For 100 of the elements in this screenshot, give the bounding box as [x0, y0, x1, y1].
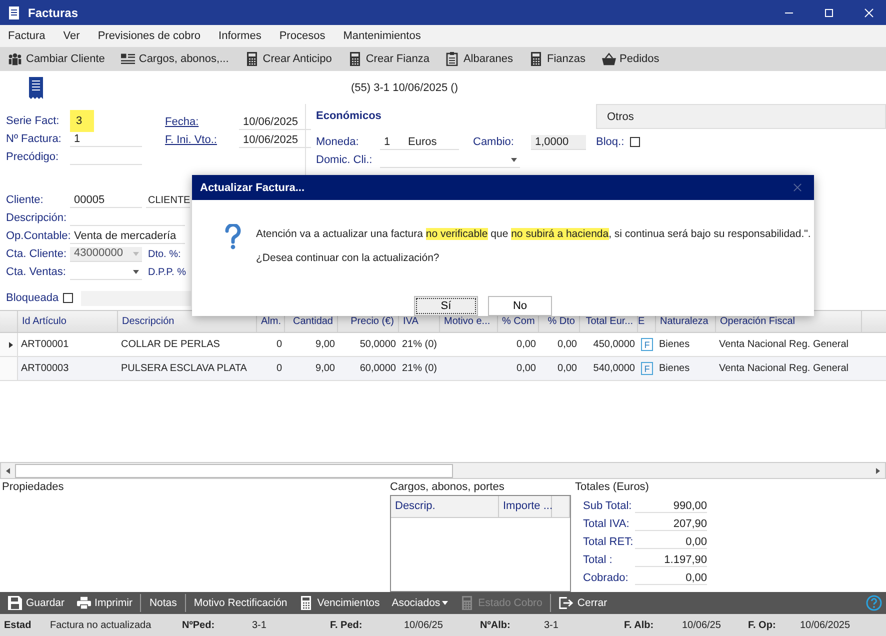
printer-icon	[76, 596, 91, 610]
text-field[interactable]: 1	[70, 132, 142, 146]
total-label: Total IVA:	[583, 518, 630, 530]
column-header[interactable]: Importe ...	[499, 496, 552, 517]
table-cell-text: 450,0000	[592, 338, 636, 352]
document-icon	[8, 6, 20, 20]
field-label: Precódigo:	[6, 151, 60, 163]
status-label: F. Alb:	[624, 620, 655, 630]
status-label: NºAlb:	[480, 620, 512, 630]
table-cell-text: 0,00	[516, 362, 537, 376]
column-header[interactable]: Descrip.	[391, 496, 499, 517]
table-cell-text: Bienes	[658, 338, 691, 352]
field-label: Cambio:	[473, 136, 515, 148]
field-link[interactable]: Fecha:	[165, 116, 239, 128]
tab[interactable]: Otros	[596, 104, 886, 129]
status-value: 10/06/25	[404, 620, 444, 630]
client-name-field[interactable]: CLIENTE	[146, 192, 190, 208]
action-button[interactable]: Notas	[145, 593, 181, 613]
table-cell-text: 21% (0)	[401, 338, 438, 352]
text-field[interactable]: 00005	[70, 192, 142, 208]
dialog-button[interactable]: Sí	[414, 296, 478, 316]
status-value: 10/06/2025	[800, 620, 852, 630]
caret-icon	[442, 601, 448, 605]
toolbar-button[interactable]: Cambiar Cliente	[6, 48, 111, 70]
exchange-rate-field[interactable]: 1,0000	[531, 134, 586, 150]
toolbar-button[interactable]: Albaranes	[443, 48, 519, 70]
total-value: 990,00	[635, 500, 707, 512]
action-button[interactable]: Vencimientos	[295, 593, 384, 613]
field-label: Op.Contable:	[6, 230, 70, 242]
action-button[interactable]: Imprimir	[72, 593, 136, 613]
table-cell-text: 9,00	[314, 338, 336, 352]
maximize-icon[interactable]	[824, 8, 834, 18]
status-value: 3-1	[252, 620, 268, 630]
field-label: D.P.P. %	[148, 266, 186, 278]
status-label: F. Op:	[748, 620, 777, 630]
action-button[interactable]: Guardar	[4, 593, 69, 613]
calculator-icon	[460, 596, 474, 610]
row-header[interactable]	[0, 333, 18, 356]
status-value: 3-1	[544, 620, 560, 630]
field-label: Bloq.:	[596, 136, 626, 148]
menu-item[interactable]: Factura	[8, 30, 46, 42]
save-icon	[8, 596, 22, 610]
checkbox[interactable]	[630, 137, 640, 147]
date-field[interactable]: 10/06/2025	[239, 132, 311, 148]
column-header[interactable]: Id Artículo	[18, 311, 118, 332]
table-cell-text: 0,00	[516, 338, 537, 352]
table-cell-text: 60,0000	[358, 362, 397, 376]
exit-icon	[559, 596, 574, 610]
text-field[interactable]: Venta de mercadería	[70, 228, 185, 244]
total-value: 0,00	[635, 572, 707, 584]
dialog-question: ¿Desea continuar con la actualización?	[256, 251, 440, 266]
currency-name-field[interactable]: Euros	[404, 134, 459, 150]
field-link[interactable]: F. Ini. Vto.:	[165, 134, 239, 146]
menu-item[interactable]: Procesos	[279, 30, 326, 42]
total-label: Sub Total:	[583, 500, 633, 512]
section-title: Propiedades	[2, 481, 64, 493]
table-cell-text: 0,00	[556, 362, 578, 376]
section-title: Totales (Euros)	[575, 481, 650, 493]
menu-item[interactable]: Previsiones de cobro	[98, 30, 201, 42]
field-label: Cta. Ventas:	[6, 266, 67, 278]
total-value: 0,00	[635, 536, 707, 548]
calculator-icon	[348, 52, 362, 66]
checkbox[interactable]	[62, 293, 73, 303]
table-cell-text: Venta Nacional Reg. General	[718, 362, 850, 376]
table-cell-text: 50,0000	[358, 338, 397, 352]
calculator-icon	[528, 52, 543, 66]
menu-item[interactable]: Informes	[218, 30, 262, 42]
calculator-icon	[299, 596, 314, 610]
toolbar-button[interactable]: Pedidos	[600, 48, 666, 70]
help-icon[interactable]	[866, 595, 882, 611]
table-cell-text: ART00001	[20, 338, 70, 352]
field-label: Nº Factura:	[6, 133, 62, 145]
text-field[interactable]: 3	[70, 110, 94, 132]
question-icon	[224, 224, 242, 250]
table-cell-text: 0	[275, 362, 283, 376]
invoice-icon	[28, 77, 44, 99]
action-button[interactable]: Motivo Rectificación	[190, 593, 292, 613]
menu-item[interactable]: Ver	[63, 30, 80, 42]
table-cell-text: 0	[275, 338, 283, 352]
calculator-icon	[244, 52, 259, 66]
toolbar-button[interactable]: Crear Fianza	[346, 48, 436, 70]
horizontal-scrollbar[interactable]	[0, 462, 886, 479]
table-cell-text: Bienes	[658, 362, 691, 376]
section-title: Cargos, abonos, portes	[390, 481, 506, 493]
text-field[interactable]	[80, 290, 191, 306]
status-label: NºPed:	[182, 620, 216, 630]
field-label: Descripción:	[6, 212, 68, 224]
total-value: 207,90	[635, 518, 707, 530]
row-pointer-icon	[8, 342, 12, 348]
toolbar-button[interactable]: Crear Anticipo	[242, 48, 338, 70]
toolbar-button[interactable]: Cargos, abonos,...	[118, 48, 235, 70]
dialog-title: Actualizar Factura...	[200, 182, 305, 194]
toolbar-button[interactable]: Fianzas	[526, 48, 592, 70]
status-label: F. Ped:	[330, 620, 364, 630]
action-button[interactable]: Asociados	[388, 593, 452, 613]
table-cell: F	[638, 357, 656, 380]
menu-item[interactable]: Mantenimientos	[343, 30, 421, 42]
dialog-button[interactable]: No	[488, 296, 552, 316]
currency-code-field[interactable]: 1	[380, 134, 404, 150]
action-button[interactable]: Cerrar	[555, 593, 612, 613]
